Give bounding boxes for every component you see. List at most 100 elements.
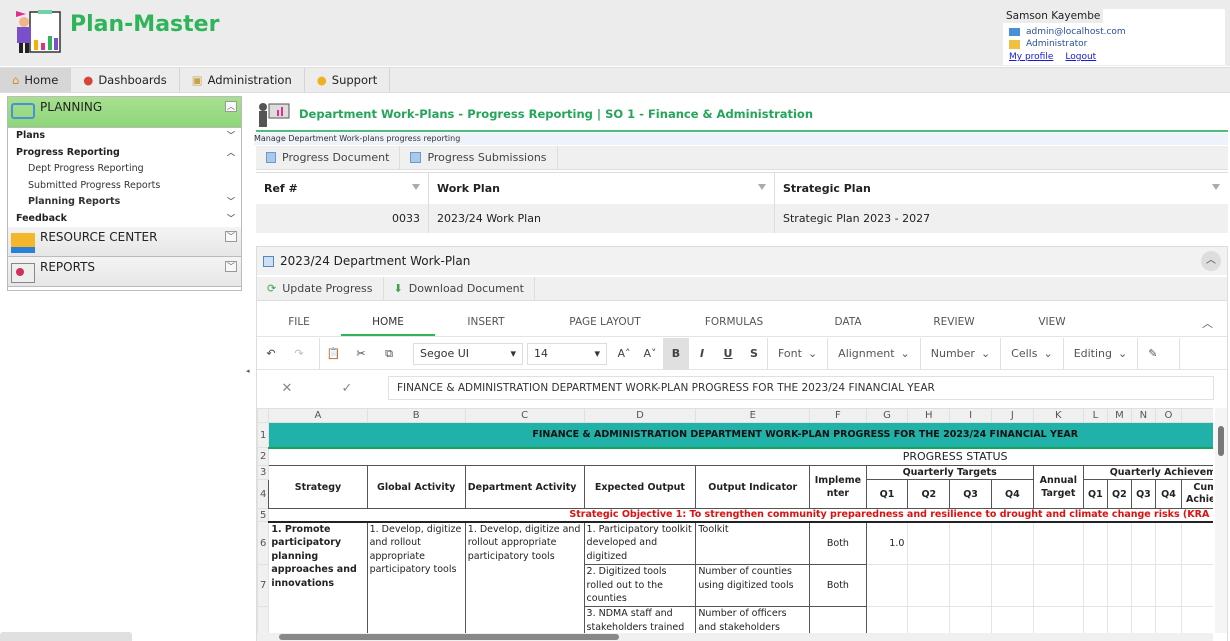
column-header-G[interactable]: G <box>865 408 909 423</box>
cell[interactable] <box>907 521 951 565</box>
header-quarterly-achievements[interactable]: Quarterly Achievements <box>1082 465 1213 480</box>
column-header-J[interactable]: J <box>990 408 1034 423</box>
cell[interactable] <box>949 606 992 633</box>
progress-document-button[interactable]: Progress Document <box>256 146 401 169</box>
cut-button[interactable]: ✂ <box>347 338 375 370</box>
cell-expected-output[interactable]: 3. NDMA staff and stakeholders trained <box>583 606 697 633</box>
sheet-title-cell[interactable]: FINANCE & ADMINISTRATION DEPARTMENT WORK… <box>268 422 1213 449</box>
column-header-C[interactable]: C <box>464 408 585 423</box>
row-header[interactable]: 5 <box>257 508 270 522</box>
header-achieved-q1[interactable]: Q1 <box>1082 479 1108 509</box>
alignment-group-button[interactable]: Alignment ⌄ <box>827 337 920 370</box>
scrollbar-thumb[interactable] <box>279 634 619 640</box>
cell[interactable] <box>990 564 1034 607</box>
nav-administration[interactable]: ▣ Administration <box>180 68 305 92</box>
column-header-A[interactable]: A <box>268 408 368 423</box>
strikethrough-button[interactable]: S <box>741 338 767 370</box>
ribbon-tab-insert[interactable]: INSERT <box>435 309 537 336</box>
collapse-ribbon-icon[interactable]: ︿ <box>1202 315 1213 331</box>
cell-output-indicator[interactable]: Number of counties using digitized tools <box>695 564 811 607</box>
cell-output-indicator[interactable]: Toolkit <box>695 521 811 565</box>
table-row[interactable]: 0033 2023/24 Work Plan Strategic Plan 20… <box>256 204 1228 233</box>
underline-button[interactable]: U <box>715 338 741 370</box>
download-document-button[interactable]: ⬇ Download Document <box>384 277 535 300</box>
cell-target-q1[interactable]: 1.0 <box>865 521 909 565</box>
cell[interactable] <box>1154 521 1183 565</box>
cell[interactable] <box>1154 606 1183 633</box>
cell[interactable] <box>907 606 951 633</box>
cell-cumulative[interactable]: .0 <box>1181 564 1213 607</box>
copy-button[interactable]: ⧉ <box>375 338 403 370</box>
cell[interactable] <box>1130 564 1156 607</box>
header-implementer[interactable]: Implementer <box>809 465 867 509</box>
bold-button[interactable]: B <box>663 337 689 370</box>
cell[interactable] <box>990 606 1034 633</box>
header-cumulative[interactable]: Cumulative Achievements <box>1181 479 1213 509</box>
header-strategy[interactable]: Strategy <box>268 465 368 509</box>
undo-button[interactable]: ↶ <box>257 338 285 370</box>
cell[interactable] <box>907 564 951 607</box>
column-header-B[interactable]: B <box>366 408 466 423</box>
cell-implementer[interactable]: Both <box>809 606 867 633</box>
cell[interactable] <box>1106 564 1132 607</box>
header-target-q4[interactable]: Q4 <box>990 479 1034 509</box>
column-header-E[interactable]: E <box>695 408 811 423</box>
paste-button[interactable]: 📋 <box>319 337 347 370</box>
progress-submissions-button[interactable]: Progress Submissions <box>400 146 558 169</box>
cell-expected-output[interactable]: 1. Participatory toolkit developed and d… <box>583 521 697 565</box>
cell-cumulative[interactable]: .0 <box>1181 521 1213 565</box>
cells-group-button[interactable]: Cells ⌄ <box>1000 337 1063 370</box>
header-achieved-q3[interactable]: Q3 <box>1130 479 1156 509</box>
cell[interactable] <box>949 564 992 607</box>
sidebar-item-planning-reports[interactable]: Planning Reports ﹀ <box>8 194 241 211</box>
sidebar-section-planning[interactable]: PLANNING ︿ <box>8 97 241 128</box>
cell[interactable] <box>1154 564 1183 607</box>
header-quarterly-targets[interactable]: Quarterly Targets <box>865 465 1034 480</box>
row-header[interactable]: 3 <box>257 465 270 480</box>
column-header-K[interactable]: K <box>1032 408 1084 423</box>
cell[interactable] <box>1032 606 1084 633</box>
cell[interactable] <box>949 521 992 565</box>
expand-icon[interactable]: ﹀ <box>225 261 237 272</box>
cell-output-indicator[interactable]: Number of officers and stakeholders <box>695 606 811 633</box>
filter-icon[interactable] <box>1212 184 1220 190</box>
collapse-panel-button[interactable]: ︿ <box>1201 251 1221 271</box>
column-header-strategic-plan[interactable]: Strategic Plan <box>775 173 1228 204</box>
column-header-I[interactable]: I <box>949 408 992 423</box>
row-header[interactable]: 2 <box>257 447 270 466</box>
column-header-N[interactable]: N <box>1130 408 1156 423</box>
editing-group-button[interactable]: Editing ⌄ <box>1062 337 1138 370</box>
cell-target-q1[interactable] <box>865 564 909 607</box>
column-header-H[interactable]: H <box>907 408 951 423</box>
font-name-select[interactable]: Segoe UI ▾ <box>413 342 523 365</box>
cell[interactable] <box>1106 606 1132 633</box>
header-target-q3[interactable]: Q3 <box>949 479 992 509</box>
header-achieved-q4[interactable]: Q4 <box>1154 479 1183 509</box>
number-group-button[interactable]: Number ⌄ <box>919 337 1000 370</box>
sidebar-item-feedback[interactable]: Feedback ﹀ <box>8 211 241 228</box>
sidebar-item-progress-reporting[interactable]: Progress Reporting ︿ <box>8 145 241 162</box>
sidebar-section-resource-center[interactable]: RESOURCE CENTER ﹀ <box>8 227 241 257</box>
column-header-P[interactable]: P <box>1181 408 1213 423</box>
header-global-activity[interactable]: Global Activity <box>366 465 466 509</box>
cancel-icon[interactable]: ✕ <box>257 381 317 396</box>
cell-implementer[interactable]: Both <box>809 564 867 607</box>
nav-dashboards[interactable]: ● Dashboards <box>71 68 180 92</box>
column-header-ref[interactable]: Ref # <box>256 173 429 204</box>
header-target-q2[interactable]: Q2 <box>907 479 951 509</box>
row-header[interactable]: 7 <box>257 564 270 607</box>
my-profile-link[interactable]: My profile <box>1009 52 1053 62</box>
strategic-objective-cell[interactable]: Strategic Objective 1: To strengthen com… <box>268 508 1213 523</box>
sidebar-section-reports[interactable]: REPORTS ﹀ <box>8 257 241 287</box>
cell-department-activity[interactable]: 1. Develop, digitize and rollout appropr… <box>464 521 585 633</box>
ribbon-tab-review[interactable]: REVIEW <box>901 309 1007 336</box>
update-progress-button[interactable]: ⟳ Update Progress <box>257 277 384 300</box>
cell[interactable] <box>1082 606 1108 633</box>
header-output-indicator[interactable]: Output Indicator <box>695 465 811 509</box>
cell[interactable] <box>1032 521 1084 565</box>
row-header[interactable]: 6 <box>257 521 270 565</box>
ribbon-tab-data[interactable]: DATA <box>795 309 901 336</box>
cell[interactable] <box>1082 564 1108 607</box>
redo-button[interactable]: ↷ <box>285 338 313 370</box>
cell[interactable] <box>1082 521 1108 565</box>
